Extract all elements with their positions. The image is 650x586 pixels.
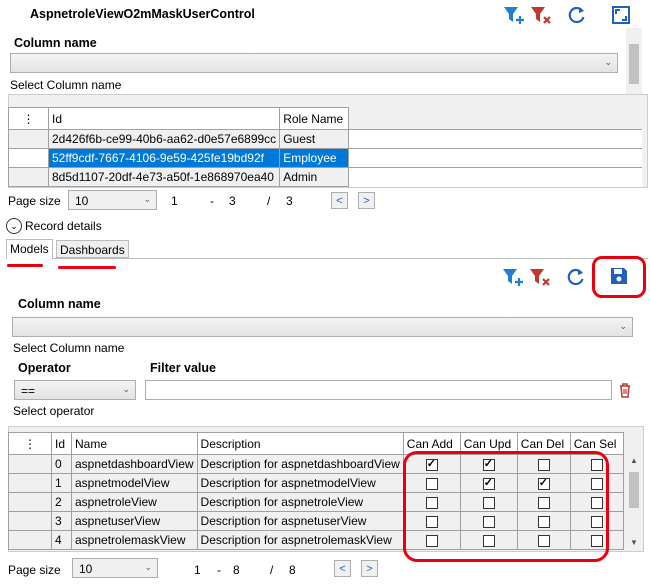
table-row-selected[interactable]: 52ff9cdf-7667-4106-9e59-425fe19bd92f Emp… bbox=[8, 148, 643, 168]
chevron-down-icon: ⌄ bbox=[143, 194, 151, 204]
operator-select[interactable]: == ⌄ bbox=[14, 380, 136, 400]
cell-id[interactable]: 2 bbox=[51, 492, 72, 512]
filter-value-label: Filter value bbox=[150, 361, 216, 375]
row-header bbox=[8, 454, 52, 474]
page-size-label: Page size bbox=[8, 563, 61, 577]
page-size-select[interactable]: 10 ⌄ bbox=[68, 190, 157, 210]
tab-models[interactable]: Models bbox=[6, 239, 53, 259]
column-name-select[interactable]: ⌄ bbox=[12, 317, 633, 337]
chevron-down-icon: ⌄ bbox=[604, 57, 612, 67]
highlight-underline-dashboards bbox=[58, 266, 116, 269]
row-header bbox=[8, 473, 52, 493]
next-page-button[interactable]: > bbox=[361, 560, 378, 577]
record-details-label[interactable]: Record details bbox=[25, 219, 102, 233]
cell-id[interactable]: 52ff9cdf-7667-4106-9e59-425fe19bd92f bbox=[47, 148, 281, 168]
chevron-down-icon: ⌄ bbox=[144, 562, 152, 572]
cell-description[interactable]: Description for aspnetmodelView bbox=[196, 473, 404, 493]
operator-label: Operator bbox=[18, 361, 71, 375]
operator-hint: Select operator bbox=[13, 404, 95, 418]
table-row[interactable]: 8d5d1107-20df-4e73-a50f-1e868970ea40 Adm… bbox=[8, 167, 643, 187]
column-header-description[interactable]: Description bbox=[196, 432, 404, 455]
page-size-select[interactable]: 10 ⌄ bbox=[72, 558, 158, 578]
chevron-down-icon[interactable]: ⌄ bbox=[6, 218, 22, 234]
prev-page-button[interactable]: < bbox=[334, 560, 351, 577]
cell-id[interactable]: 1 bbox=[51, 473, 72, 493]
row-header bbox=[8, 530, 52, 550]
next-page-button[interactable]: > bbox=[358, 192, 375, 209]
cell-role[interactable]: Guest bbox=[279, 129, 350, 149]
filter-value-input[interactable] bbox=[145, 380, 612, 400]
remove-filter-icon[interactable] bbox=[530, 4, 552, 26]
scroll-up-icon[interactable]: ▲ bbox=[630, 456, 638, 465]
page-from: 1 bbox=[194, 563, 201, 577]
cell-name[interactable]: aspnetmodelView bbox=[71, 473, 198, 493]
column-name-label: Column name bbox=[14, 36, 97, 50]
column-header-id[interactable]: Id bbox=[51, 432, 72, 455]
column-name-hint: Select Column name bbox=[13, 341, 125, 355]
cell-id[interactable]: 0 bbox=[51, 454, 72, 474]
grid-menu-icon[interactable]: ⋮ bbox=[8, 107, 49, 130]
cell-id[interactable]: 4 bbox=[51, 530, 72, 550]
page-dash: - bbox=[217, 563, 221, 577]
cell-name[interactable]: aspnetroleView bbox=[71, 492, 198, 512]
cell-role[interactable]: Employee bbox=[279, 148, 350, 168]
refresh-icon[interactable] bbox=[566, 4, 588, 26]
grid-scrollbar[interactable]: ▲ ▼ bbox=[626, 454, 642, 550]
top-scrollbar[interactable] bbox=[626, 28, 642, 96]
column-header-name[interactable]: Name bbox=[71, 432, 198, 455]
page-size-label: Page size bbox=[8, 194, 61, 208]
column-name-hint: Select Column name bbox=[10, 78, 122, 92]
highlight-save-box bbox=[592, 256, 646, 298]
remove-filter-icon[interactable] bbox=[529, 266, 551, 288]
page-total: 8 bbox=[289, 563, 296, 577]
row-header bbox=[8, 492, 52, 512]
page-dash: - bbox=[210, 194, 214, 208]
page-total: 3 bbox=[286, 194, 293, 208]
chevron-down-icon: ⌄ bbox=[122, 384, 130, 394]
scrollbar-thumb[interactable] bbox=[629, 44, 639, 84]
cell-name[interactable]: aspnetuserView bbox=[71, 511, 198, 531]
column-name-select[interactable]: ⌄ bbox=[10, 53, 618, 73]
roles-grid: ⋮ Id Role Name 2d426f6b-ce99-40b6-aa62-d… bbox=[8, 107, 643, 187]
highlight-permissions-box bbox=[403, 451, 609, 562]
add-filter-icon[interactable] bbox=[503, 4, 525, 26]
cell-id[interactable]: 3 bbox=[51, 511, 72, 531]
tab-dashboards[interactable]: Dashboards bbox=[56, 240, 129, 258]
page-title: AspnetroleViewO2mMaskUserControl bbox=[30, 7, 255, 21]
cell-id[interactable]: 2d426f6b-ce99-40b6-aa62-d0e57e6899cc bbox=[47, 129, 281, 149]
scroll-down-icon[interactable]: ▼ bbox=[630, 538, 638, 547]
trash-icon[interactable] bbox=[614, 379, 636, 401]
add-filter-icon[interactable] bbox=[502, 266, 524, 288]
prev-page-button[interactable]: < bbox=[331, 192, 348, 209]
cell-description[interactable]: Description for aspnetroleView bbox=[196, 492, 404, 512]
chevron-down-icon: ⌄ bbox=[619, 321, 627, 331]
grid-menu-icon[interactable]: ⋮ bbox=[8, 432, 52, 455]
scrollbar-thumb[interactable] bbox=[629, 472, 639, 508]
page-slash: / bbox=[267, 194, 271, 208]
column-header-role-name[interactable]: Role Name bbox=[279, 107, 350, 130]
page-slash: / bbox=[270, 563, 274, 577]
cell-id[interactable]: 8d5d1107-20df-4e73-a50f-1e868970ea40 bbox=[47, 167, 281, 187]
page-to: 8 bbox=[233, 563, 240, 577]
column-header-id[interactable]: Id bbox=[47, 107, 281, 130]
row-header bbox=[8, 511, 52, 531]
cell-name[interactable]: aspnetdashboardView bbox=[71, 454, 198, 474]
maximize-icon[interactable] bbox=[610, 4, 632, 26]
page-to: 3 bbox=[229, 194, 236, 208]
table-row[interactable]: 2d426f6b-ce99-40b6-aa62-d0e57e6899cc Gue… bbox=[8, 129, 643, 149]
cell-role[interactable]: Admin bbox=[279, 167, 350, 187]
highlight-underline-models bbox=[7, 264, 43, 267]
page-from: 1 bbox=[171, 194, 178, 208]
column-name-label: Column name bbox=[18, 297, 101, 311]
cell-description[interactable]: Description for aspnetuserView bbox=[196, 511, 404, 531]
cell-name[interactable]: aspnetrolemaskView bbox=[71, 530, 198, 550]
refresh-icon[interactable] bbox=[565, 266, 587, 288]
cell-description[interactable]: Description for aspnetdashboardView bbox=[196, 454, 404, 474]
cell-description[interactable]: Description for aspnetrolemaskView bbox=[196, 530, 404, 550]
